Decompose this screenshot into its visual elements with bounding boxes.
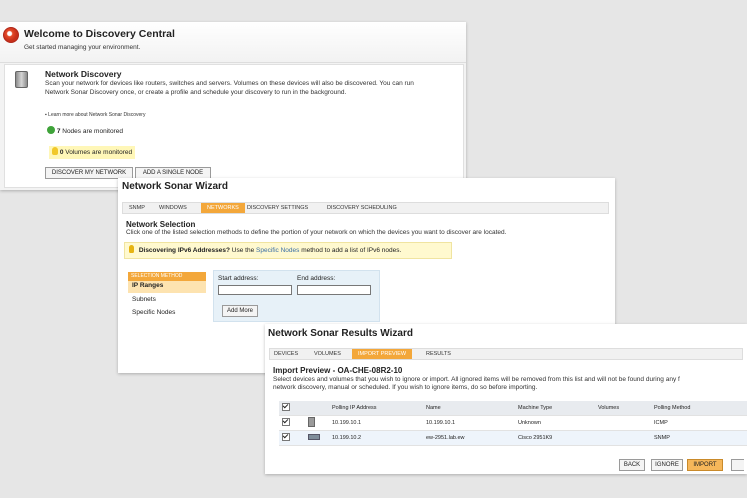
method-subnets[interactable]: Subnets	[128, 293, 206, 306]
step-import-preview: IMPORT PREVIEW	[352, 349, 413, 359]
col-machine-type[interactable]: Machine Type	[515, 401, 595, 416]
nodes-count: 7	[56, 128, 61, 135]
lightbulb-icon	[129, 245, 134, 253]
table-header-row: Polling IP Address Name Machine Type Vol…	[279, 401, 747, 416]
sonar-wizard-title: Network Sonar Wizard	[122, 181, 229, 192]
select-all-checkbox[interactable]	[282, 403, 290, 411]
selection-method-list: SELECTION METHOD IP Ranges Subnets Speci…	[128, 272, 206, 319]
row-volumes	[595, 430, 651, 446]
results-wizard-panel: Network Sonar Results Wizard DEVICES VOL…	[265, 324, 747, 474]
import-preview-title: Import Preview - OA-CHE-08R2-10	[273, 366, 403, 375]
table-row[interactable]: 10.199.10.2 ew-2951.lab.ew Cisco 2951K9 …	[279, 430, 747, 446]
method-specific-nodes[interactable]: Specific Nodes	[128, 306, 206, 319]
sonar-wizard-steps: SNMP WINDOWS NETWORKS DISCOVERY SETTINGS…	[122, 202, 609, 214]
row-type: Cisco 2951K9	[515, 430, 595, 446]
import-button[interactable]: IMPORT	[687, 459, 723, 471]
ignore-button[interactable]: IGNORE	[651, 459, 683, 471]
table-row[interactable]: 10.199.10.1 10.199.10.1 Unknown ICMP	[279, 415, 747, 431]
ipv6-rest: method to add a list of IPv6 nodes.	[301, 247, 402, 254]
start-address-input[interactable]	[218, 285, 292, 295]
add-more-button[interactable]: Add More	[222, 305, 258, 317]
row-checkbox[interactable]	[282, 433, 290, 441]
col-polling-method[interactable]: Polling Method	[651, 401, 747, 416]
row-ip: 10.199.10.1	[329, 415, 423, 431]
lightbulb-icon	[52, 147, 58, 155]
device-icon	[308, 417, 315, 427]
network-discovery-description: Scan your network for devices like route…	[45, 80, 414, 96]
welcome-title: Welcome to Discovery Central	[24, 28, 175, 40]
end-address-input[interactable]	[297, 285, 371, 295]
ipv6-label: Discovering IPv6 Addresses?	[138, 247, 230, 254]
row-method: ICMP	[651, 415, 747, 431]
row-name: ew-2951.lab.ew	[423, 430, 515, 446]
specific-nodes-link[interactable]: Specific Nodes	[256, 247, 299, 254]
next-button[interactable]	[731, 459, 744, 471]
volumes-status-row[interactable]: 0 Volumes are monitored	[49, 146, 136, 159]
step-discovery-scheduling: DISCOVERY SCHEDULING	[327, 205, 397, 211]
network-selection-heading: Network Selection	[126, 220, 196, 229]
col-volumes[interactable]: Volumes	[595, 401, 651, 416]
row-volumes	[595, 415, 651, 431]
import-table: Polling IP Address Name Machine Type Vol…	[279, 401, 747, 446]
back-button[interactable]: BACK	[619, 459, 645, 471]
learn-more-row: ▪ Learn more about Network Sonar Discove…	[45, 112, 145, 118]
nodes-status-row: 7 Nodes are monitored	[47, 126, 123, 137]
ipv6-hint-banner: Discovering IPv6 Addresses? Use the Spec…	[124, 242, 452, 259]
network-discovery-card: Network Discovery Scan your network for …	[4, 64, 464, 188]
volumes-text: Volumes are monitored	[65, 149, 133, 156]
step-devices: DEVICES	[274, 351, 299, 357]
learn-more-link[interactable]: Learn more about Network Sonar Discovery	[48, 112, 145, 118]
network-selection-instruction: Click one of the listed selection method…	[126, 229, 507, 236]
server-icon	[15, 71, 28, 88]
row-name: 10.199.10.1	[423, 415, 515, 431]
end-address-label: End address:	[297, 275, 336, 282]
row-type: Unknown	[515, 415, 595, 431]
method-ip-ranges[interactable]: IP Ranges	[128, 281, 206, 293]
start-address-label: Start address:	[218, 275, 259, 282]
step-windows: WINDOWS	[159, 205, 187, 211]
col-polling-ip[interactable]: Polling IP Address	[329, 401, 423, 416]
results-wizard-steps: DEVICES VOLUMES IMPORT PREVIEW RESULTS	[269, 348, 743, 360]
import-preview-text-2: network discovery, manual or scheduled. …	[273, 384, 538, 391]
welcome-panel: Welcome to Discovery Central Get started…	[0, 22, 466, 190]
row-method: SNMP	[651, 430, 747, 446]
step-discovery-settings: DISCOVERY SETTINGS	[247, 205, 309, 211]
network-discovery-heading: Network Discovery	[45, 69, 122, 79]
step-volumes: VOLUMES	[314, 351, 341, 357]
row-ip: 10.199.10.2	[329, 430, 423, 446]
col-name[interactable]: Name	[423, 401, 515, 416]
step-snmp: SNMP	[129, 205, 145, 211]
router-icon	[308, 434, 320, 440]
check-circle-icon	[47, 126, 55, 134]
volumes-count: 0	[59, 149, 64, 156]
step-networks: NETWORKS	[201, 203, 245, 213]
row-checkbox[interactable]	[282, 418, 290, 426]
nodes-text: Nodes are monitored	[62, 128, 123, 135]
results-wizard-title: Network Sonar Results Wizard	[268, 328, 413, 339]
welcome-subtitle: Get started managing your environment.	[24, 44, 141, 51]
step-results: RESULTS	[426, 351, 451, 357]
selection-method-header: SELECTION METHOD	[128, 272, 206, 281]
ip-range-form: Start address: End address: Add More	[213, 270, 380, 322]
ipv6-use: Use the	[231, 247, 255, 254]
discovery-logo-icon	[3, 27, 19, 43]
